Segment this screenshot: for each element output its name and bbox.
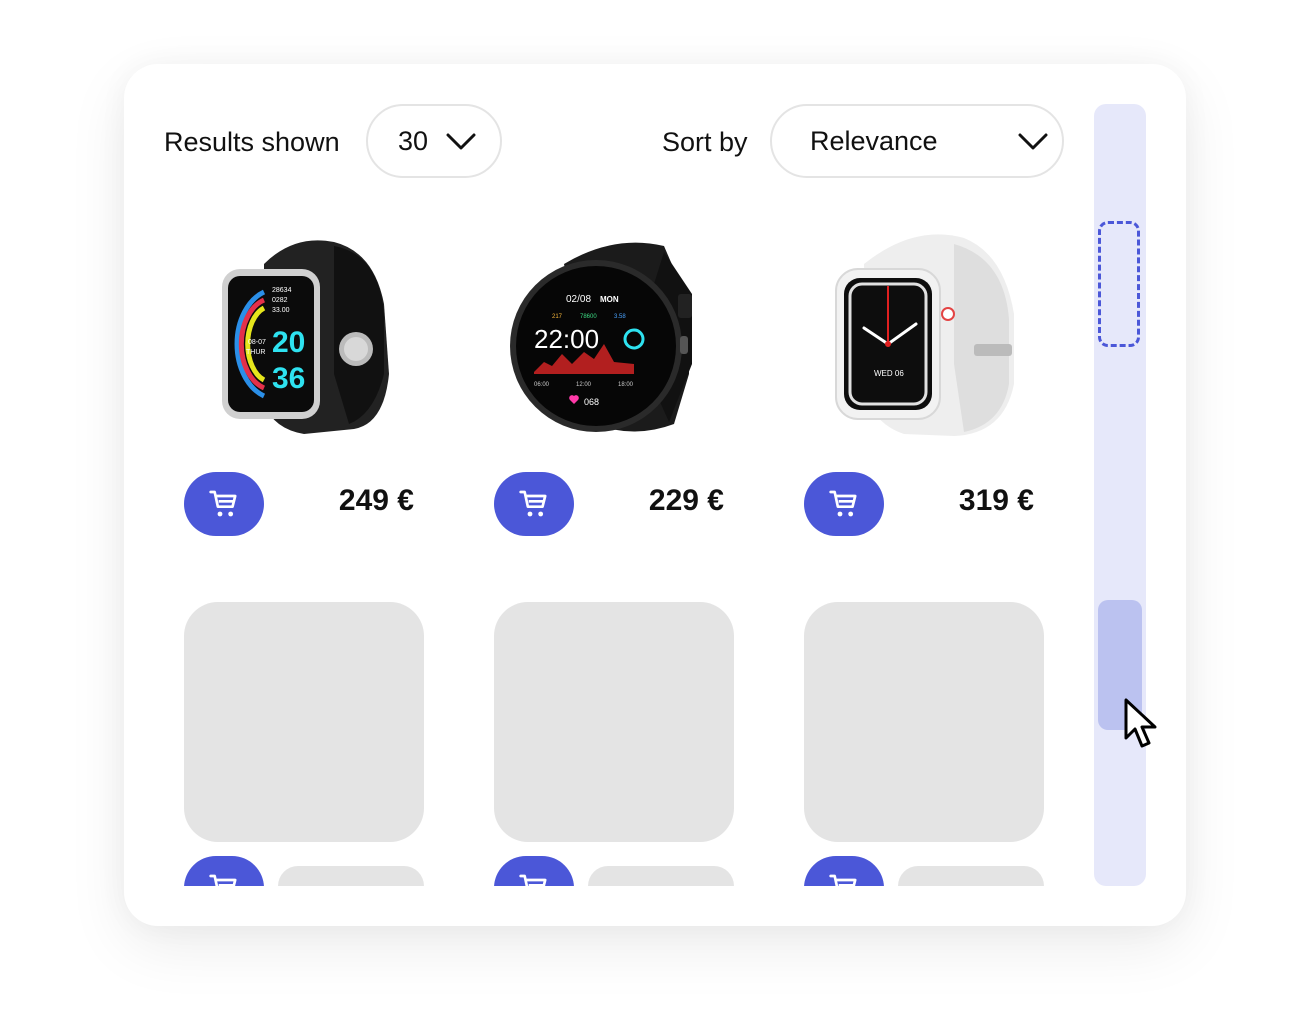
- watch3-date: WED 06: [874, 369, 904, 378]
- watch2-t2: 12:00: [576, 382, 592, 388]
- placeholder-price: [278, 866, 424, 886]
- watch2-stat2: 78600: [580, 314, 597, 320]
- product-list-card: Results shown 30 Sort by Relevance 28634…: [124, 64, 1186, 926]
- watch1-date: 08-07: [248, 339, 266, 346]
- product-price: 249 €: [338, 484, 414, 517]
- placeholder-price: [588, 866, 734, 886]
- add-to-cart-button[interactable]: [184, 856, 264, 886]
- watch2-time: 22:00: [534, 324, 599, 354]
- add-to-cart-button[interactable]: [184, 472, 264, 536]
- placeholder-image: [494, 602, 734, 842]
- watch2-hr: 068: [584, 397, 599, 407]
- watch1-steps: 28634: [272, 287, 292, 294]
- watch1-hour: 20: [272, 326, 305, 359]
- scrollbar-track[interactable]: [1094, 104, 1146, 886]
- placeholder-image: [804, 602, 1044, 842]
- watch1-minute: 36: [272, 362, 305, 395]
- watch1-dist: 33.00: [272, 307, 290, 314]
- add-to-cart-button[interactable]: [804, 472, 884, 536]
- add-to-cart-button[interactable]: [494, 856, 574, 886]
- cart-icon: [519, 490, 547, 517]
- product-price: 319 €: [958, 484, 1034, 517]
- placeholder-price: [898, 866, 1044, 886]
- watch2-day: MON: [600, 295, 619, 304]
- product-card[interactable]: WED 06 319 €: [804, 224, 1044, 544]
- cart-icon: [209, 490, 237, 517]
- watch2-date: 02/08: [566, 294, 591, 305]
- product-price: 229 €: [648, 484, 724, 517]
- watch1-kcal: 0282: [272, 297, 288, 304]
- product-card[interactable]: 02/08 MON 217 78600 3.58 22:00 06:00 12:…: [494, 224, 734, 544]
- cart-icon: [519, 874, 547, 886]
- product-card[interactable]: 28634 0282 33.00 08-07 THUR 20 36 249 €: [184, 224, 424, 544]
- product-image-white-square-watch: WED 06: [835, 234, 1014, 436]
- watch1-day: THUR: [246, 349, 265, 356]
- cart-icon: [209, 874, 237, 886]
- product-image-square-black-watch: 28634 0282 33.00 08-07 THUR 20 36: [222, 240, 389, 434]
- add-to-cart-button[interactable]: [804, 856, 884, 886]
- watch2-stat3: 3.58: [614, 314, 626, 320]
- watch2-t3: 18:00: [618, 382, 634, 388]
- placeholder-image: [184, 602, 424, 842]
- watch2-stat1: 217: [552, 314, 563, 320]
- product-image-round-black-watch: 02/08 MON 217 78600 3.58 22:00 06:00 12:…: [510, 242, 692, 432]
- scrollbar-thumb-previous-position: [1098, 221, 1140, 347]
- product-grid: 28634 0282 33.00 08-07 THUR 20 36 249 €: [124, 64, 1084, 886]
- watch2-t1: 06:00: [534, 382, 550, 388]
- mouse-pointer-icon: [1124, 698, 1157, 748]
- add-to-cart-button[interactable]: [494, 472, 574, 536]
- cart-icon: [829, 874, 857, 886]
- cart-icon: [829, 490, 857, 517]
